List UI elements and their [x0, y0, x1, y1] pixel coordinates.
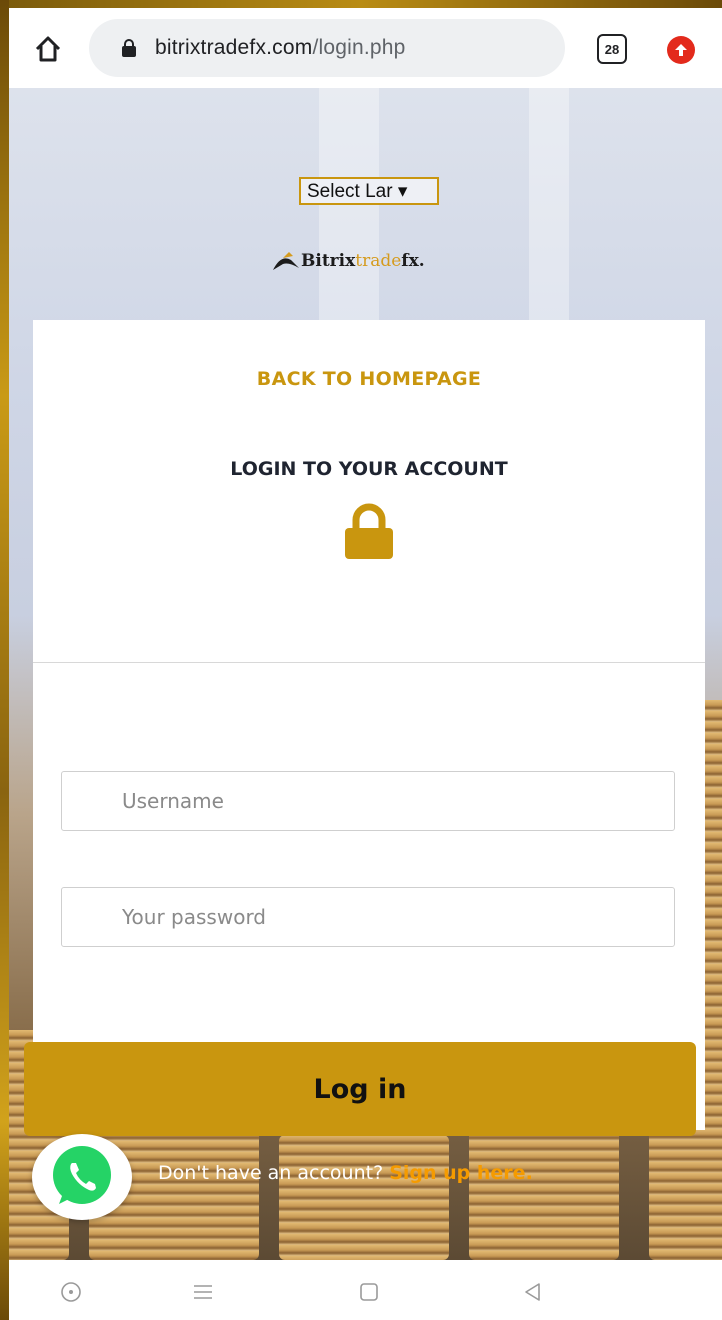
language-select[interactable]: Select Lar ▾ — [299, 177, 439, 205]
login-button[interactable]: Log in — [24, 1042, 696, 1136]
brand-logo: Bitrixtradefx. — [271, 246, 425, 276]
logo-part-1: Bitrix — [301, 251, 356, 271]
signup-line: Don't have an account? Sign up here. — [158, 1162, 533, 1184]
tabs-button[interactable]: 28 — [597, 34, 627, 64]
upload-icon — [675, 44, 687, 56]
system-nav-bar — [9, 1260, 722, 1320]
home-button[interactable] — [31, 32, 65, 66]
username-input[interactable]: Username — [61, 771, 675, 831]
square-icon[interactable] — [357, 1280, 381, 1304]
coin-stack — [469, 1130, 619, 1260]
signup-link[interactable]: Sign up here. — [389, 1162, 533, 1184]
background-pillar — [529, 88, 569, 328]
home-icon — [35, 36, 61, 62]
password-input[interactable]: Your password — [61, 887, 675, 947]
address-bar[interactable]: bitrixtradefx.com/login.php — [89, 19, 565, 77]
signup-prompt: Don't have an account? — [158, 1162, 384, 1184]
lock-icon — [122, 39, 136, 57]
background-pillar — [319, 88, 379, 328]
coin-stack — [279, 1135, 449, 1260]
circle-dot-icon[interactable] — [59, 1280, 83, 1304]
logo-part-3: fx. — [401, 251, 425, 271]
back-to-homepage-link[interactable]: BACK TO HOMEPAGE — [33, 368, 705, 390]
url-domain: bitrixtradefx.com — [155, 36, 313, 59]
whatsapp-button[interactable] — [32, 1134, 132, 1220]
logo-part-2: trade — [355, 251, 402, 271]
whatsapp-icon — [53, 1146, 111, 1204]
logo-mark-icon — [273, 252, 299, 270]
login-title: LOGIN TO YOUR ACCOUNT — [230, 458, 508, 480]
logo-text: Bitrixtradefx. — [301, 251, 425, 271]
menu-icon[interactable] — [191, 1280, 215, 1304]
upload-button[interactable] — [667, 36, 695, 64]
frame-top — [0, 0, 722, 8]
back-triangle-icon[interactable] — [521, 1280, 545, 1304]
padlock-icon — [345, 503, 393, 559]
frame-left — [0, 0, 9, 1320]
url-text: bitrixtradefx.com/login.php — [155, 36, 406, 60]
login-card: BACK TO HOMEPAGE LOGIN TO YOUR ACCOUNT U… — [33, 320, 705, 1130]
url-path: /login.php — [312, 36, 406, 59]
browser-toolbar: bitrixtradefx.com/login.php 28 — [9, 8, 722, 88]
